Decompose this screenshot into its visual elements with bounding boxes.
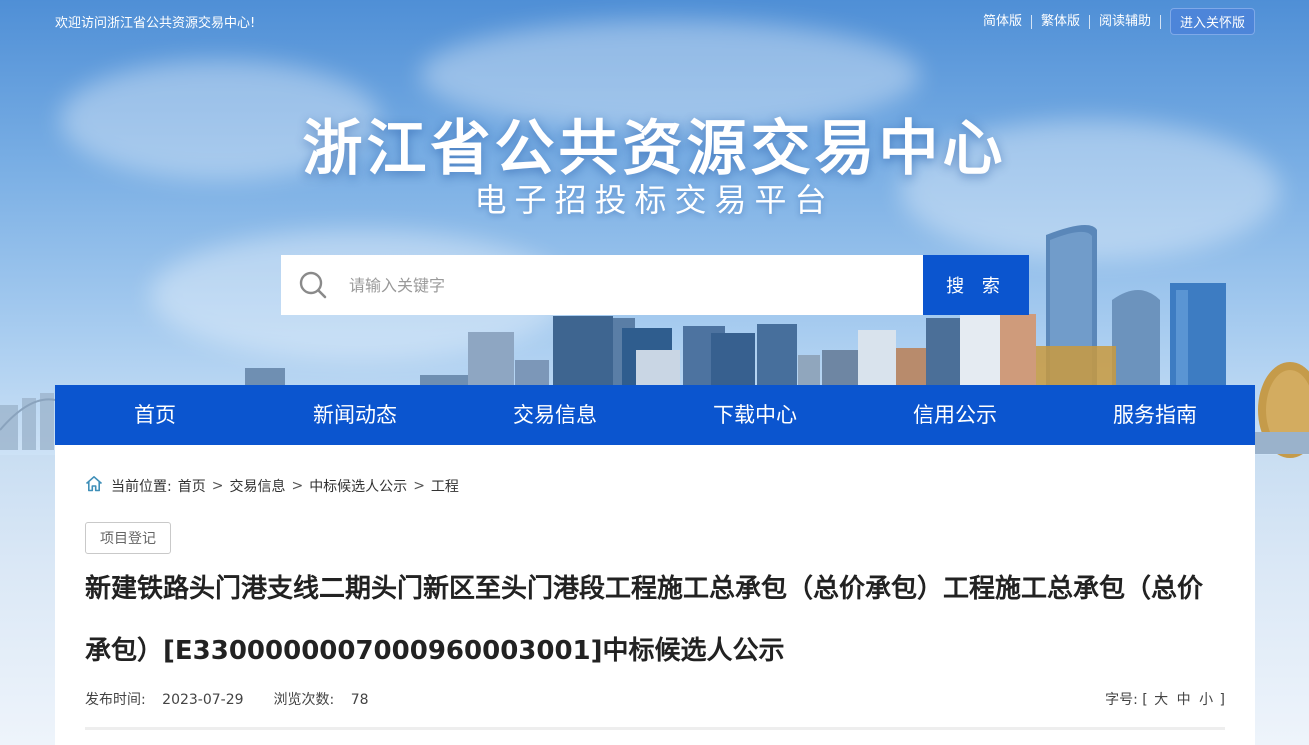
breadcrumb-separator: > — [413, 477, 425, 494]
welcome-text: 欢迎访问浙江省公共资源交易中心! — [55, 16, 256, 31]
font-size-bracket-open: [ — [1142, 692, 1148, 708]
font-size-label: 字号: — [1105, 692, 1138, 708]
publish-label: 发布时间: — [85, 692, 146, 708]
content-card: 当前位置: 首页 > 交易信息 > 中标候选人公示 > 工程 项目登记 新建铁路… — [55, 445, 1255, 745]
traditional-link[interactable]: 繁体版 — [1032, 14, 1090, 29]
nav-credit[interactable]: 信用公示 — [855, 385, 1055, 445]
article-meta: 发布时间: 2023-07-29 浏览次数: 78 — [85, 689, 399, 709]
publish-date: 2023-07-29 — [162, 692, 244, 708]
care-version-button[interactable]: 进入关怀版 — [1169, 8, 1255, 35]
nav-service-guide[interactable]: 服务指南 — [1055, 385, 1255, 445]
breadcrumb-prefix: 当前位置: — [111, 478, 172, 495]
breadcrumb-separator: > — [211, 477, 224, 494]
reading-assist-link[interactable]: 阅读辅助 — [1090, 14, 1161, 29]
font-size-large[interactable]: 大 — [1154, 692, 1168, 708]
top-links: 简体版 繁体版 阅读辅助 进入关怀版 — [974, 8, 1255, 35]
search-button[interactable]: 搜 索 — [923, 255, 1029, 315]
search-input[interactable] — [345, 255, 923, 315]
font-size-control: 字号: [ 大 中 小 ] — [1105, 689, 1225, 709]
font-size-medium[interactable]: 中 — [1177, 692, 1191, 708]
search-bar: 搜 索 — [281, 255, 1029, 315]
site-title: 浙江省公共资源交易中心 — [302, 114, 1007, 184]
breadcrumb-separator: > — [291, 477, 304, 494]
breadcrumb: 当前位置: 首页 > 交易信息 > 中标候选人公示 > 工程 — [85, 475, 459, 496]
views-label: 浏览次数: — [273, 692, 335, 708]
search-icon — [281, 255, 345, 315]
breadcrumb-engineering[interactable]: 工程 — [431, 476, 459, 496]
article-title: 新建铁路头门港支线二期头门新区至头门港段工程施工总承包（总价承包）工程施工总承包… — [85, 574, 1204, 666]
main-nav: 首页 新闻动态 交易信息 下载中心 信用公示 服务指南 — [55, 385, 1255, 445]
breadcrumb-trade-info[interactable]: 交易信息 — [229, 476, 285, 496]
home-icon — [85, 475, 103, 496]
views-count: 78 — [350, 692, 369, 708]
site-subtitle: 电子招投标交易平台 — [474, 181, 835, 219]
font-size-bracket-close: ] — [1219, 692, 1225, 708]
nav-home[interactable]: 首页 — [55, 385, 255, 445]
breadcrumb-home[interactable]: 首页 — [178, 476, 206, 496]
simplified-link[interactable]: 简体版 — [974, 14, 1032, 29]
project-tag[interactable]: 项目登记 — [85, 522, 171, 554]
top-bar: 欢迎访问浙江省公共资源交易中心! 简体版 繁体版 阅读辅助 进入关怀版 — [0, 0, 1309, 40]
font-size-small[interactable]: 小 — [1199, 692, 1213, 708]
breadcrumb-candidate-notice[interactable]: 中标候选人公示 — [309, 476, 407, 496]
nav-trade-info[interactable]: 交易信息 — [455, 385, 655, 445]
nav-downloads[interactable]: 下载中心 — [655, 385, 855, 445]
divider — [85, 727, 1225, 730]
nav-news[interactable]: 新闻动态 — [255, 385, 455, 445]
